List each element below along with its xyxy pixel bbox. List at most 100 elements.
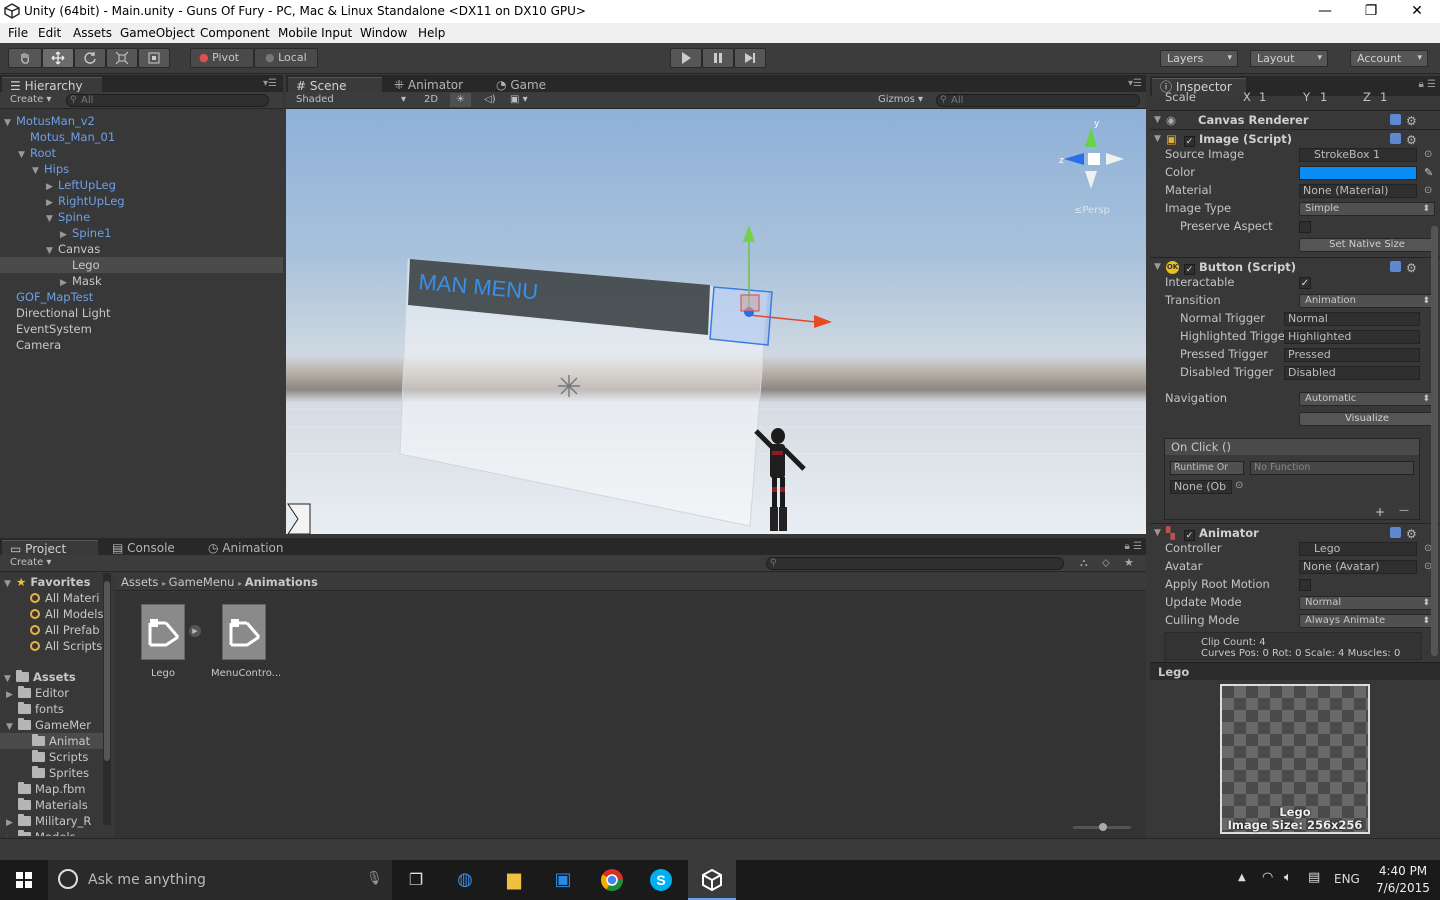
scale-z-field[interactable]: 1: [1380, 89, 1387, 106]
scene-viewport[interactable]: MAN MENU y z ≤Persp: [286, 109, 1146, 534]
assets-node[interactable]: ▼ Assets: [4, 669, 76, 685]
image-type-dropdown[interactable]: Simple: [1299, 202, 1435, 216]
close-button[interactable]: ✕: [1394, 0, 1440, 23]
favorite-item[interactable]: All Scripts: [30, 638, 102, 654]
chrome-button[interactable]: [588, 860, 636, 900]
input-language-indicator[interactable]: ENG: [1334, 872, 1360, 886]
hand-tool-button[interactable]: [8, 48, 42, 68]
button-script-header[interactable]: ▼ OK ✓ Button (Script) ⚙: [1150, 257, 1440, 275]
filter-label-icon[interactable]: ⬦: [1102, 556, 1110, 570]
preview-header[interactable]: Lego: [1150, 662, 1440, 680]
update-mode-dropdown[interactable]: Normal: [1299, 596, 1435, 610]
collapse-arrow-icon[interactable]: ▼: [1154, 111, 1161, 129]
normal-trigger-field[interactable]: Normal: [1284, 312, 1420, 326]
highlighted-trigger-field[interactable]: Highlighted: [1284, 330, 1420, 344]
favorite-item[interactable]: All Models: [30, 606, 103, 622]
breadcrumb-animations[interactable]: Animations: [245, 575, 318, 589]
object-picker-icon[interactable]: ⊙: [1424, 182, 1432, 199]
canvas-renderer-header[interactable]: ▼ ◉ Canvas Renderer ⚙: [1150, 110, 1440, 128]
folder-item[interactable]: Map.fbm: [0, 781, 103, 797]
file-item[interactable]: Lego: [139, 604, 187, 686]
project-search-input[interactable]: ⚲: [766, 557, 1064, 570]
breadcrumb-gamemenu[interactable]: GameMenu: [169, 575, 235, 589]
scale-tool-button[interactable]: [106, 48, 138, 68]
folder-item[interactable]: Sprites: [0, 765, 103, 781]
hierarchy-item[interactable]: GOF_MapTest: [0, 289, 283, 305]
lighting-toggle[interactable]: ☀: [450, 93, 471, 107]
menu-window[interactable]: Window: [360, 26, 407, 40]
account-dropdown[interactable]: Account: [1350, 50, 1428, 67]
project-create-button[interactable]: Create ▾: [4, 556, 57, 570]
system-clock[interactable]: 4:40 PM 7/6/2015: [1372, 863, 1434, 897]
2d-toggle[interactable]: 2D: [418, 93, 444, 107]
reference-icon[interactable]: [1390, 527, 1401, 538]
controller-field[interactable]: Lego: [1299, 542, 1417, 556]
volume-icon[interactable]: 🔈︎: [1284, 870, 1292, 885]
xy-plane-handle[interactable]: [740, 294, 760, 312]
start-button[interactable]: [0, 860, 48, 900]
character-model[interactable]: [754, 428, 806, 531]
tree-scrollbar[interactable]: [103, 573, 111, 825]
menu-gameobject[interactable]: GameObject: [120, 26, 195, 40]
audio-toggle[interactable]: ◁): [478, 93, 502, 107]
step-button[interactable]: [734, 48, 766, 68]
visualize-button[interactable]: Visualize: [1299, 412, 1435, 426]
skype-button[interactable]: S: [637, 860, 685, 900]
object-picker-icon[interactable]: ⊙: [1235, 480, 1243, 491]
hierarchy-item[interactable]: ▶ Spine1: [0, 225, 283, 241]
play-button[interactable]: [670, 48, 702, 68]
local-toggle-button[interactable]: ● Local: [254, 48, 318, 68]
menu-help[interactable]: Help: [418, 26, 445, 40]
lock-icon[interactable]: 🔒︎ ☰: [1125, 541, 1142, 552]
collapse-arrow-icon[interactable]: ▼: [1154, 524, 1161, 542]
event-target-field[interactable]: None (Ob: [1170, 480, 1232, 494]
hierarchy-item[interactable]: Directional Light: [0, 305, 283, 321]
layout-dropdown[interactable]: Layout: [1250, 50, 1328, 67]
reference-icon[interactable]: [1390, 133, 1401, 144]
folder-item[interactable]: ▼ GameMer: [0, 717, 103, 733]
folder-item[interactable]: Materials: [0, 797, 103, 813]
cortana-search-box[interactable]: Ask me anything 🎙︎: [48, 860, 392, 900]
inspector-scrollbar[interactable]: [1431, 226, 1438, 656]
scene-search-input[interactable]: ⚲ All: [936, 94, 1140, 107]
hierarchy-item[interactable]: Motus_Man_01: [0, 129, 283, 145]
animator-header[interactable]: ▼ ▚ ✓ Animator ⚙: [1150, 523, 1440, 541]
directional-light-icon[interactable]: [558, 375, 580, 397]
favorite-item[interactable]: All Prefab: [30, 622, 100, 638]
scale-y-field[interactable]: 1: [1320, 89, 1327, 106]
filter-type-icon[interactable]: ⛬: [1080, 556, 1088, 570]
eyedropper-icon[interactable]: ✎: [1424, 164, 1433, 181]
pause-button[interactable]: [702, 48, 734, 68]
apply-root-motion-checkbox[interactable]: [1299, 579, 1311, 591]
file-explorer-button[interactable]: ▆: [490, 860, 538, 900]
folder-item[interactable]: Scripts: [0, 749, 103, 765]
runtime-dropdown[interactable]: Runtime Or: [1170, 461, 1244, 475]
minimize-button[interactable]: —: [1302, 0, 1348, 23]
microphone-icon[interactable]: 🎙︎: [366, 871, 383, 886]
hierarchy-item[interactable]: ▼ MotusMan_v2: [0, 113, 283, 129]
culling-mode-dropdown[interactable]: Always Animate: [1299, 614, 1435, 628]
hierarchy-item[interactable]: ▶ Mask: [0, 273, 283, 289]
hierarchy-item[interactable]: ▼ Spine: [0, 209, 283, 225]
breadcrumb-assets[interactable]: Assets: [121, 575, 158, 589]
folder-item[interactable]: ▶ Military_R: [0, 813, 103, 829]
favorites-node[interactable]: ▼ ★ Favorites: [4, 574, 90, 590]
show-hidden-icons-button[interactable]: ▲: [1238, 872, 1246, 883]
reference-icon[interactable]: [1390, 261, 1401, 272]
pressed-trigger-field[interactable]: Pressed: [1284, 348, 1420, 362]
icon-size-slider[interactable]: [1073, 823, 1131, 831]
edge-browser-button[interactable]: ◍: [441, 860, 489, 900]
camera-gizmo-icon[interactable]: [287, 503, 311, 534]
orientation-gizmo[interactable]: y z ≤Persp: [1059, 119, 1124, 216]
persp-label[interactable]: ≤Persp: [1074, 205, 1110, 216]
hierarchy-item[interactable]: ▼ Root: [0, 145, 283, 161]
unity-taskbar-button[interactable]: [688, 860, 736, 900]
hierarchy-create-button[interactable]: Create ▾: [4, 93, 57, 107]
layers-dropdown[interactable]: Layers: [1160, 50, 1238, 67]
preserve-aspect-checkbox[interactable]: [1299, 221, 1311, 233]
collapse-arrow-icon[interactable]: ▼: [1154, 130, 1161, 148]
gear-icon[interactable]: ⚙: [1406, 112, 1417, 130]
remove-event-button[interactable]: —: [1399, 505, 1409, 516]
material-field[interactable]: None (Material): [1299, 184, 1417, 198]
menu-mobile-input[interactable]: Mobile Input: [278, 26, 352, 40]
